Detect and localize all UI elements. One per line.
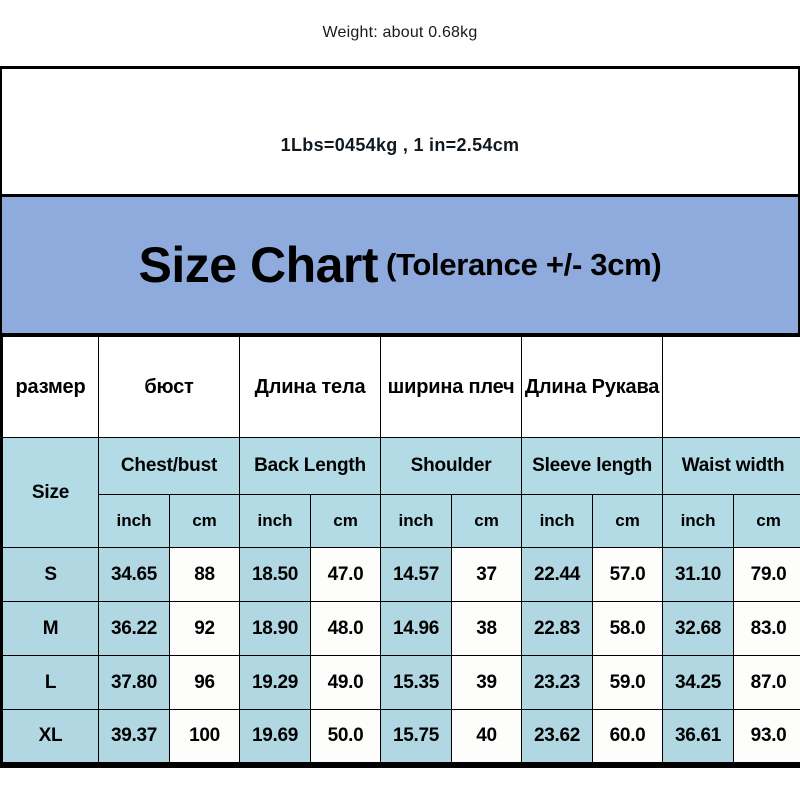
- cell-shoulder-cm: 40: [451, 709, 523, 765]
- cell-chest-cm: 96: [168, 655, 241, 710]
- unit-chest-cm: cm: [168, 494, 241, 548]
- cell-size: S: [2, 547, 99, 602]
- table-row: L 37.80 96 19.29 49.0 15.35 39 23.23 59.…: [2, 655, 800, 710]
- table-row: XL 39.37 100 19.69 50.0 15.75 40 23.62 6…: [2, 709, 800, 765]
- cell-size: M: [2, 601, 99, 656]
- cell-sleeve-inch: 22.44: [521, 547, 594, 602]
- cell-sleeve-inch: 23.23: [521, 655, 594, 710]
- cell-back-inch: 19.69: [239, 709, 312, 765]
- cell-chest-cm: 88: [168, 547, 241, 602]
- banner-tolerance: (Tolerance +/- 3cm): [386, 247, 662, 282]
- size-chart-banner: Size Chart (Tolerance +/- 3cm): [2, 197, 798, 336]
- cell-chest-cm: 100: [168, 709, 241, 765]
- cell-back-cm: 50.0: [310, 709, 382, 765]
- cell-sleeve-cm: 60.0: [592, 709, 664, 765]
- cell-shoulder-inch: 15.75: [380, 709, 453, 765]
- cell-waist-inch: 34.25: [662, 655, 735, 710]
- header-en-waist: Waist width: [662, 437, 800, 495]
- cell-sleeve-inch: 22.83: [521, 601, 594, 656]
- cell-back-cm: 47.0: [310, 547, 382, 602]
- banner-title: Size Chart: [138, 237, 379, 293]
- cell-back-cm: 48.0: [310, 601, 382, 656]
- cell-back-cm: 49.0: [310, 655, 382, 710]
- cell-chest-cm: 92: [168, 601, 241, 656]
- header-en-back: Back Length: [239, 437, 382, 495]
- header-ru-size: размер: [2, 336, 99, 438]
- unit-chest-inch: inch: [98, 494, 170, 548]
- cell-chest-inch: 39.37: [98, 709, 170, 765]
- header-ru-sleeve: Длина Рукава: [521, 336, 664, 438]
- cell-back-inch: 19.29: [239, 655, 312, 710]
- header-ru-shoulder: ширина плеч: [380, 336, 523, 438]
- conversion-note-text: 1Lbs=0454kg , 1 in=2.54cm: [280, 135, 520, 155]
- cell-waist-cm: 87.0: [733, 655, 800, 710]
- cell-size: XL: [2, 709, 99, 765]
- cell-shoulder-cm: 37: [451, 547, 523, 602]
- cell-waist-inch: 32.68: [662, 601, 735, 656]
- table-row: S 34.65 88 18.50 47.0 14.57 37 22.44 57.…: [2, 547, 800, 602]
- unit-waist-cm: cm: [733, 494, 800, 548]
- cell-waist-cm: 79.0: [733, 547, 800, 602]
- header-en-sleeve: Sleeve length: [521, 437, 664, 495]
- header-en-shoulder: Shoulder: [380, 437, 523, 495]
- size-chart-page: Weight: about 0.68kg 1Lbs=0454kg , 1 in=…: [0, 0, 800, 800]
- header-ru-chest: бюст: [97, 336, 241, 438]
- unit-sleeve-cm: cm: [592, 494, 664, 548]
- header-size-label: Size: [2, 437, 99, 548]
- unit-back-cm: cm: [310, 494, 382, 548]
- unit-shoulder-cm: cm: [451, 494, 523, 548]
- english-header-row: Size Chest/bust Back Length Shoulder Sle…: [2, 437, 800, 548]
- cell-chest-inch: 36.22: [98, 601, 170, 656]
- cell-waist-inch: 31.10: [662, 547, 735, 602]
- cell-shoulder-inch: 14.96: [380, 601, 453, 656]
- header-en-chest: Chest/bust: [97, 437, 241, 495]
- cell-sleeve-inch: 23.62: [521, 709, 594, 765]
- size-chart-block: 1Lbs=0454kg , 1 in=2.54cm Size Chart (To…: [0, 66, 800, 768]
- cell-chest-inch: 34.65: [98, 547, 170, 602]
- unit-shoulder-inch: inch: [380, 494, 453, 548]
- cell-sleeve-cm: 59.0: [592, 655, 664, 710]
- cell-shoulder-cm: 38: [451, 601, 523, 656]
- cell-shoulder-inch: 14.57: [380, 547, 453, 602]
- russian-header-row: размер бюст Длина тела ширина плеч Длина…: [2, 336, 800, 438]
- cell-sleeve-cm: 57.0: [592, 547, 664, 602]
- cell-chest-inch: 37.80: [98, 655, 170, 710]
- header-ru-back: Длина тела: [239, 336, 382, 438]
- size-measurements-table: размер бюст Длина тела ширина плеч Длина…: [2, 336, 800, 765]
- cell-shoulder-cm: 39: [451, 655, 523, 710]
- cell-back-inch: 18.50: [239, 547, 312, 602]
- table-row: M 36.22 92 18.90 48.0 14.96 38 22.83 58.…: [2, 601, 800, 656]
- weight-note: Weight: about 0.68kg: [322, 24, 478, 41]
- cell-back-inch: 18.90: [239, 601, 312, 656]
- cell-waist-inch: 36.61: [662, 709, 735, 765]
- conversion-note-row: 1Lbs=0454kg , 1 in=2.54cm: [2, 69, 798, 197]
- unit-sleeve-inch: inch: [521, 494, 594, 548]
- unit-header-row: inch cm inch cm inch cm inch cm inch cm: [3, 494, 800, 548]
- unit-waist-inch: inch: [662, 494, 735, 548]
- cell-waist-cm: 93.0: [733, 709, 800, 765]
- cell-size: L: [2, 655, 99, 710]
- cell-sleeve-cm: 58.0: [592, 601, 664, 656]
- header-ru-waist: [662, 336, 800, 438]
- unit-back-inch: inch: [239, 494, 312, 548]
- cell-waist-cm: 83.0: [733, 601, 800, 656]
- cell-shoulder-inch: 15.35: [380, 655, 453, 710]
